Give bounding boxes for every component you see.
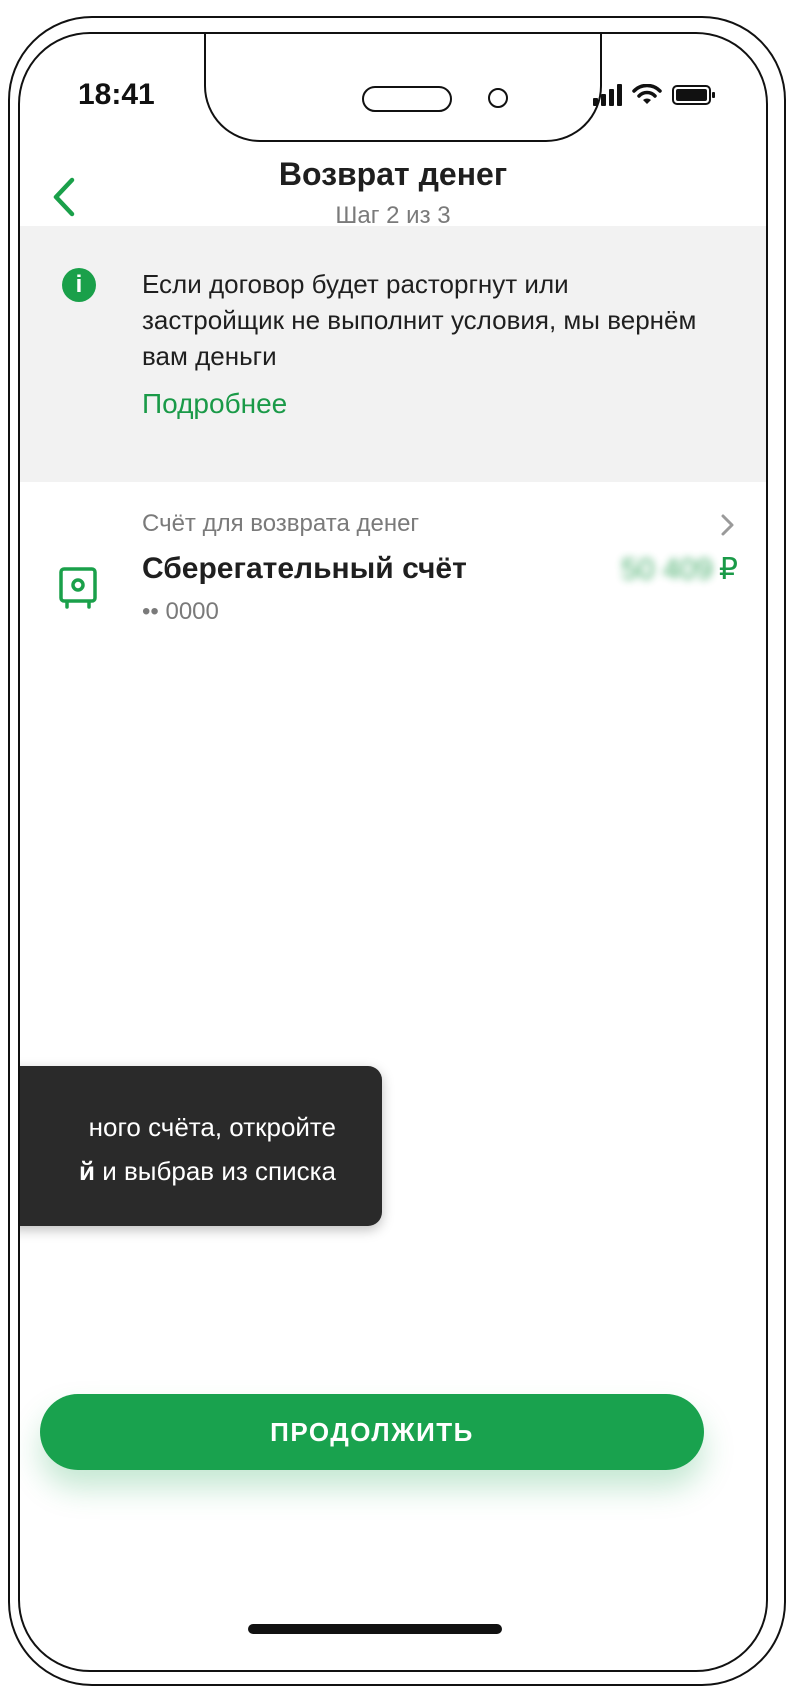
signal-icon	[593, 84, 622, 106]
chevron-right-icon	[720, 512, 736, 543]
tooltip-bold-text: й	[79, 1156, 95, 1186]
tooltip-line-2: й и выбрав из списка	[79, 1150, 336, 1192]
status-time: 18:41	[78, 78, 155, 111]
info-icon: i	[62, 268, 96, 302]
tooltip-line-1: ного счёта, откройте	[88, 1112, 336, 1142]
safe-icon	[58, 566, 98, 615]
currency-sign: ₽	[718, 553, 738, 586]
tooltip-rest-text: и выбрав из списка	[95, 1156, 336, 1186]
phone-screen: 18:41 Возврат денег Шаг 2 из 3 i Если до…	[18, 32, 768, 1672]
status-icons	[593, 84, 716, 106]
balance-amount: 50 409	[621, 553, 713, 586]
speaker	[362, 86, 452, 112]
page-title: Возврат денег	[278, 156, 508, 192]
account-label: Счёт для возврата денег	[142, 510, 420, 537]
wifi-icon	[632, 84, 662, 106]
info-panel: i Если договор будет расторгнут или заст…	[20, 226, 766, 482]
account-number: •• 0000	[142, 598, 219, 625]
refund-account-selector[interactable]: Счёт для возврата денег Сберегательный с…	[20, 482, 766, 632]
hint-tooltip: ного счёта, откройте й и выбрав из списк…	[20, 1066, 382, 1226]
account-name: Сберегательный счёт	[142, 552, 467, 585]
more-info-link[interactable]: Подробнее	[142, 388, 287, 420]
notch	[204, 34, 602, 142]
info-text: Если договор будет расторгнут или застро…	[142, 269, 697, 371]
account-balance: 50 409 ₽	[621, 552, 738, 587]
continue-button[interactable]: ПРОДОЛЖИТЬ	[40, 1394, 704, 1470]
home-indicator	[248, 1624, 502, 1634]
battery-icon	[672, 84, 716, 106]
camera	[488, 88, 508, 108]
